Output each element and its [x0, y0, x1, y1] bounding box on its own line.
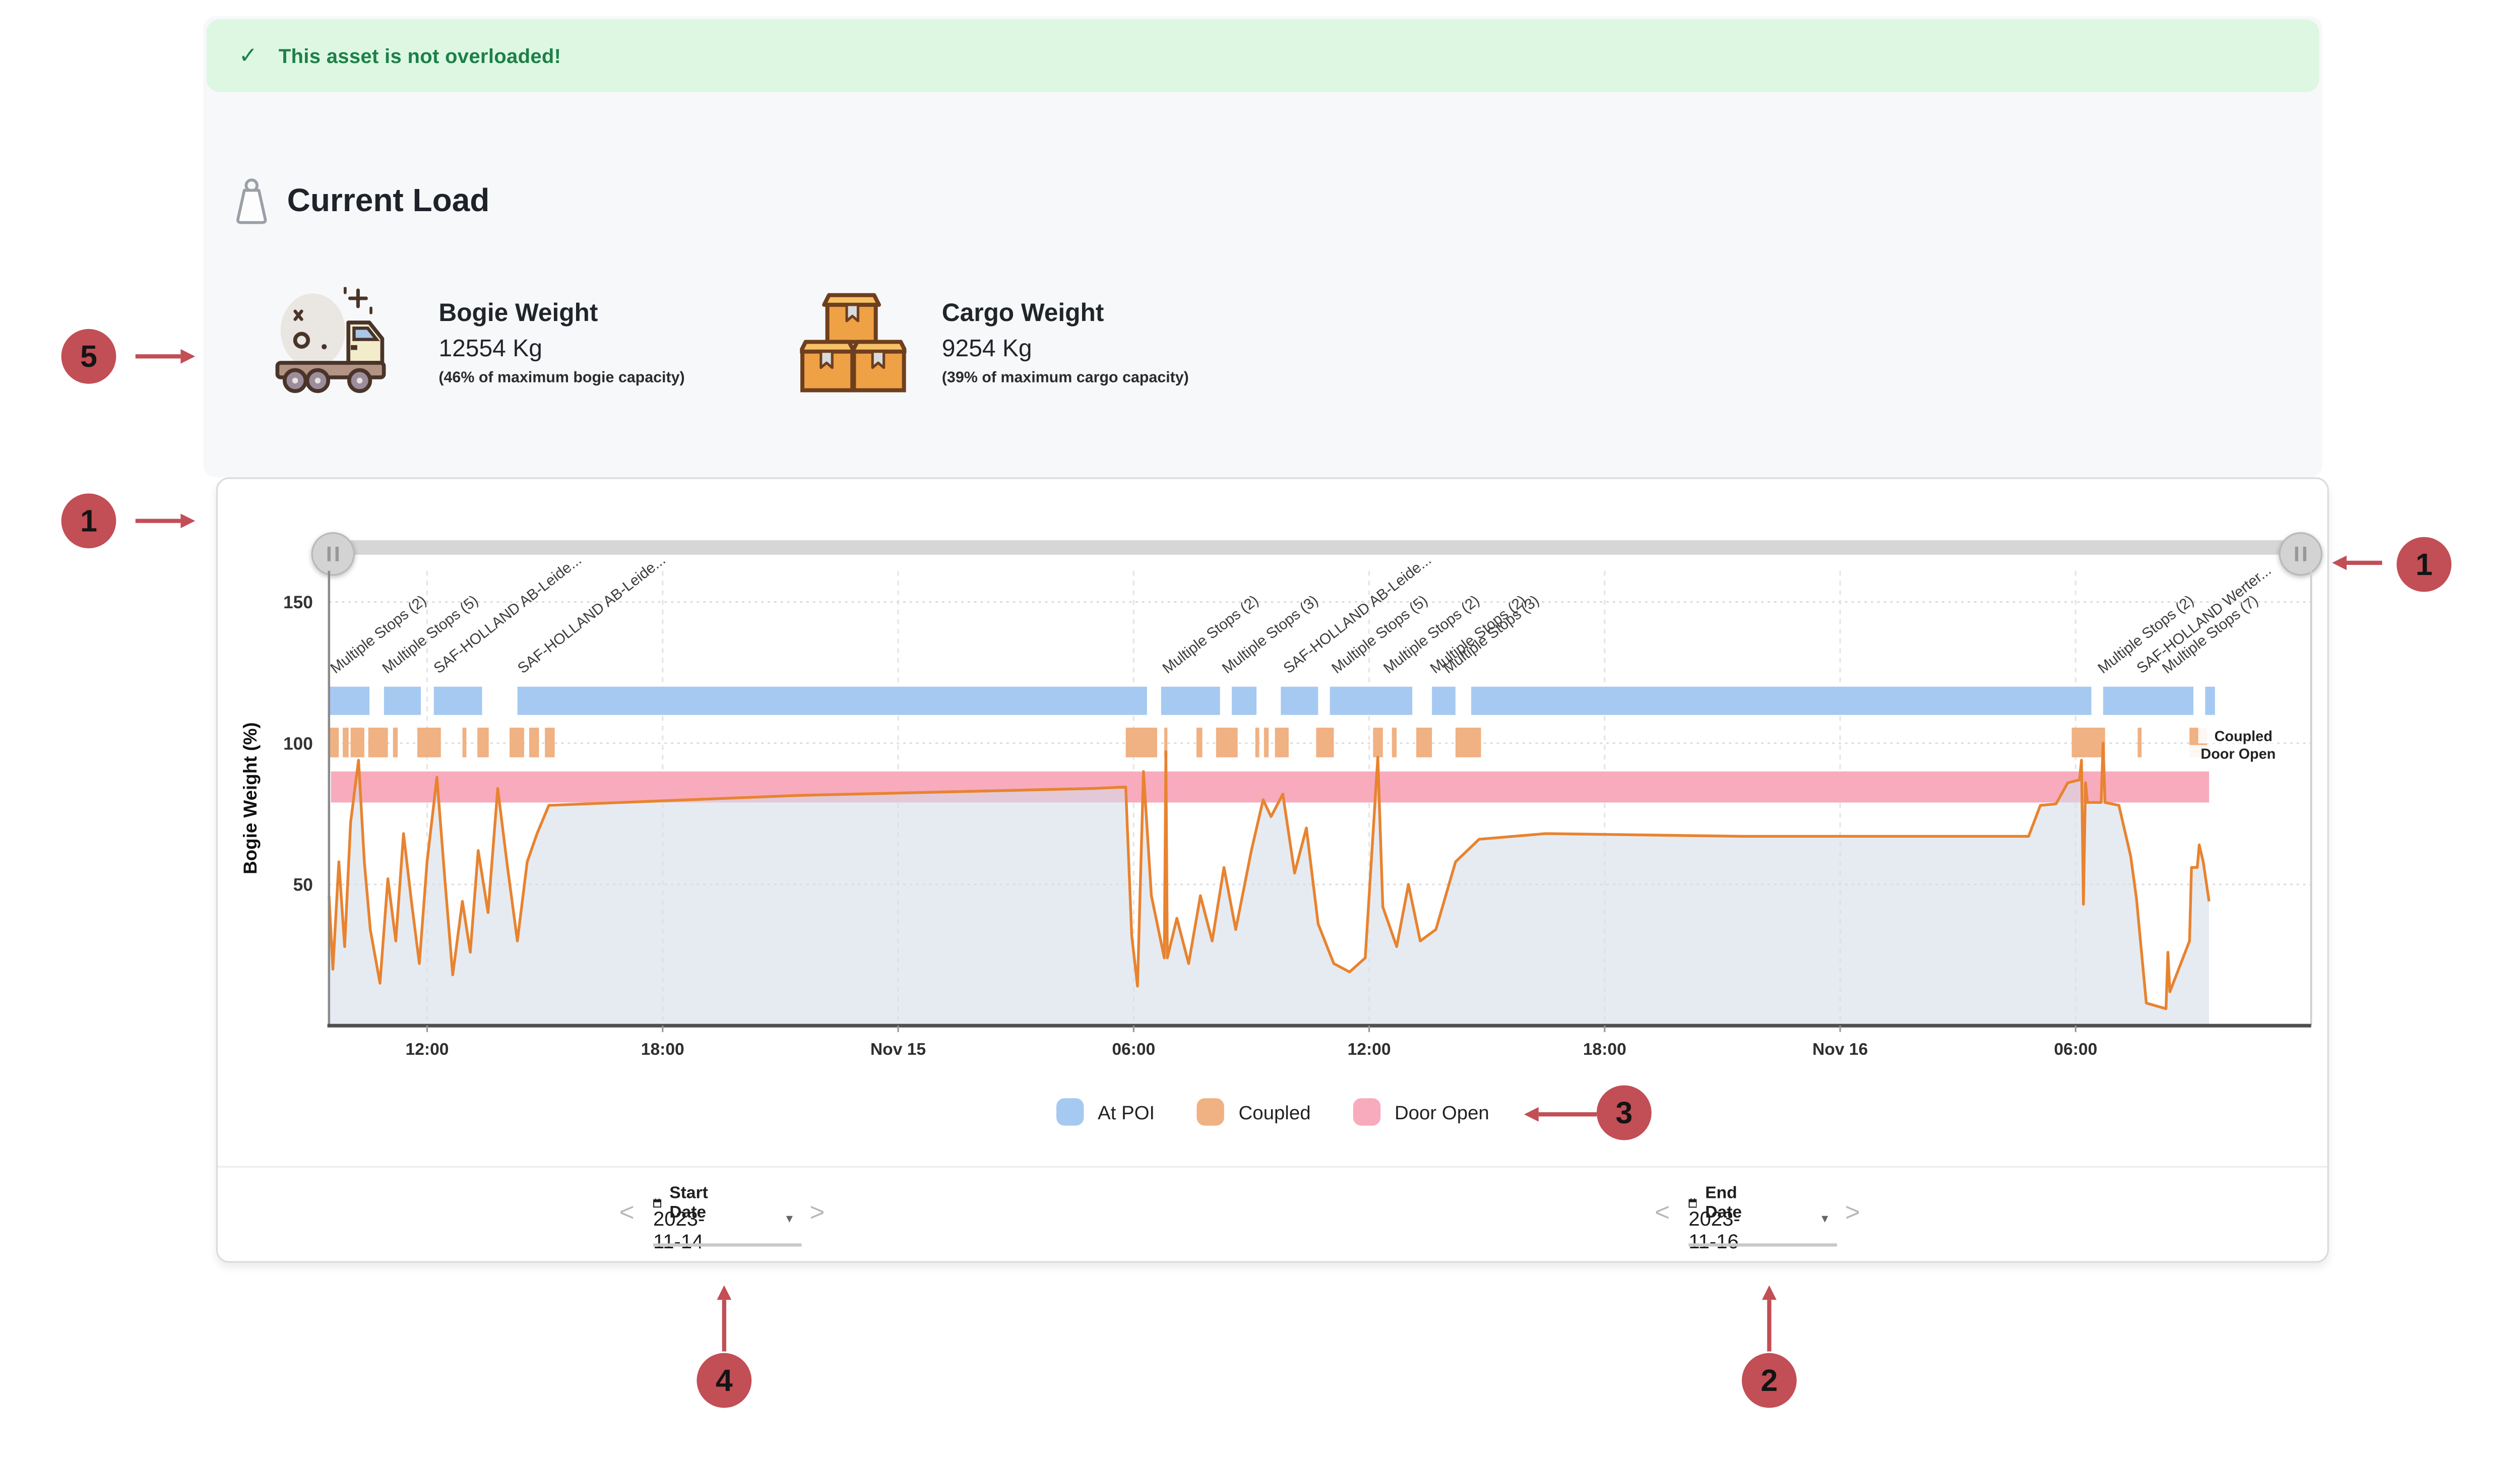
svg-text:Multiple Stops (2): Multiple Stops (2) — [328, 592, 430, 677]
svg-text:06:00: 06:00 — [1112, 1040, 1155, 1059]
svg-text:Nov 16: Nov 16 — [1812, 1040, 1868, 1059]
svg-text:18:00: 18:00 — [641, 1040, 684, 1059]
start-date-next-button[interactable]: > — [809, 1201, 825, 1227]
svg-text:18:00: 18:00 — [1583, 1040, 1626, 1059]
legend-item-at-poi[interactable]: At POI — [1056, 1098, 1155, 1125]
chart-legend: At POI Coupled Door Open — [218, 1098, 2327, 1125]
weight-icon — [234, 177, 269, 226]
section-header: Current Load — [234, 177, 489, 226]
svg-text:Multiple Stops (2): Multiple Stops (2) — [1160, 592, 1262, 677]
bogie-weight-note: (46% of maximum bogie capacity) — [438, 369, 684, 387]
legend-label: Coupled — [1239, 1101, 1311, 1123]
legend-label: Door Open — [1395, 1101, 1489, 1123]
svg-text:SAF-HOLLAND AB-Leide...: SAF-HOLLAND AB-Leide... — [515, 551, 669, 677]
svg-text:5: 5 — [80, 339, 97, 373]
svg-text:150: 150 — [283, 593, 313, 612]
end-date-next-button[interactable]: > — [1845, 1201, 1860, 1227]
cargo-weight-note: (39% of maximum cargo capacity) — [942, 369, 1189, 387]
svg-text:Coupled: Coupled — [2215, 728, 2273, 744]
page: ✓ This asset is not overloaded! Current … — [0, 0, 2520, 1464]
page-title: Current Load — [287, 183, 490, 220]
svg-text:Nov 15: Nov 15 — [870, 1040, 926, 1059]
start-date-underline — [653, 1243, 801, 1246]
legend-item-door-open[interactable]: Door Open — [1353, 1098, 1489, 1125]
legend-swatch — [1196, 1098, 1224, 1125]
svg-text:12:00: 12:00 — [1348, 1040, 1391, 1059]
check-icon: ✓ — [239, 42, 258, 69]
svg-text:50: 50 — [293, 875, 313, 895]
card-divider — [218, 1166, 2327, 1168]
bogie-weight-chart[interactable]: 12:00 18:00 Nov 15 06:00 12:00 18:00 Nov 16 06:… — [218, 479, 2329, 1201]
banner-text: This asset is not overloaded! — [279, 44, 561, 67]
svg-text:12:00: 12:00 — [406, 1040, 449, 1059]
cargo-weight-value: 9254 Kg — [942, 336, 1189, 363]
start-date-value[interactable]: 2023-11-14 — [653, 1208, 705, 1253]
end-date-prev-button[interactable]: < — [1655, 1201, 1670, 1227]
cargo-boxes-icon — [800, 287, 906, 394]
start-date-prev-button[interactable]: < — [619, 1201, 635, 1227]
current-load-panel: ✓ This asset is not overloaded! Current … — [203, 16, 2322, 477]
bogie-weight-metric: Bogie Weight 12554 Kg (46% of maximum bo… — [274, 287, 685, 397]
bogie-weight-chart-card: 12:00 18:00 Nov 15 06:00 12:00 18:00 Nov 16 06:… — [216, 477, 2329, 1262]
start-date-dropdown-icon[interactable]: ▼ — [784, 1215, 795, 1226]
end-date-dropdown-icon[interactable]: ▼ — [1819, 1215, 1831, 1226]
svg-text:1: 1 — [2416, 547, 2433, 582]
legend-swatch — [1353, 1098, 1380, 1125]
svg-text:100: 100 — [283, 734, 313, 754]
legend-item-coupled[interactable]: Coupled — [1196, 1098, 1310, 1125]
svg-text:Door Open: Door Open — [2200, 746, 2276, 762]
svg-text:06:00: 06:00 — [2054, 1040, 2097, 1059]
success-banner: ✓ This asset is not overloaded! — [207, 19, 2319, 92]
end-date-value[interactable]: 2023-11-16 — [1688, 1208, 1740, 1253]
bogie-weight-value: 12554 Kg — [438, 336, 684, 363]
cargo-weight-label: Cargo Weight — [942, 300, 1189, 329]
cargo-weight-metric: Cargo Weight 9254 Kg (39% of maximum car… — [800, 287, 1189, 394]
svg-text:2: 2 — [1760, 1363, 1778, 1397]
legend-label: At POI — [1098, 1101, 1155, 1123]
svg-text:4: 4 — [716, 1363, 733, 1397]
end-date-underline — [1688, 1243, 1837, 1246]
svg-text:Multiple Stops (5): Multiple Stops (5) — [379, 592, 481, 677]
svg-text:1: 1 — [80, 503, 97, 538]
svg-text:Bogie Weight (%): Bogie Weight (%) — [240, 722, 261, 874]
truck-icon — [274, 287, 403, 397]
legend-swatch — [1056, 1098, 1083, 1125]
bogie-weight-label: Bogie Weight — [438, 300, 684, 329]
